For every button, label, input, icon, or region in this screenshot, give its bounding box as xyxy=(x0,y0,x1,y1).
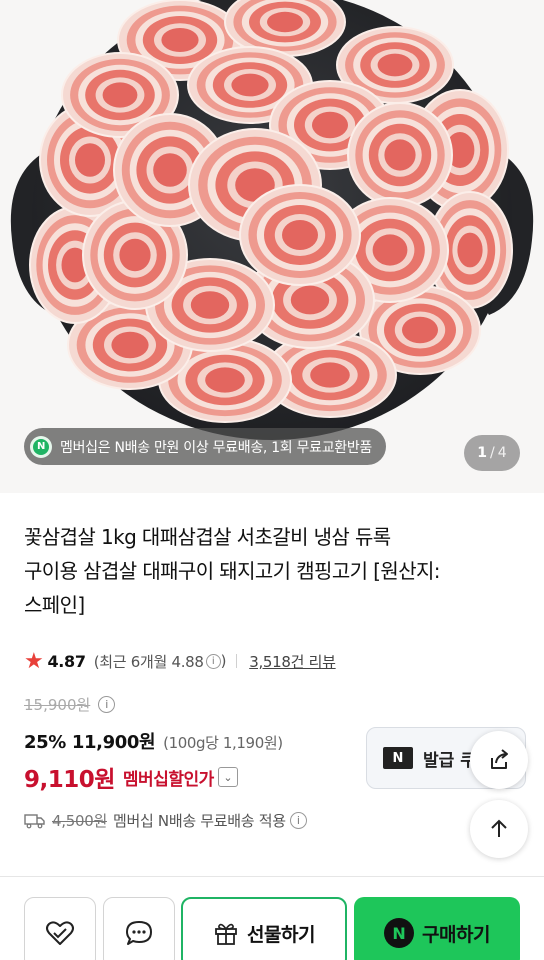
image-pager: 1 / 4 xyxy=(464,435,520,471)
original-price: 15,900원 xyxy=(24,696,91,714)
share-button[interactable] xyxy=(470,731,528,789)
discount-percent: 25% xyxy=(24,732,66,753)
member-price-label: 멤버십할인가 xyxy=(122,769,214,790)
recent-rating: (최근 6개월 4.88 xyxy=(93,652,204,671)
product-title-line: 스페인] xyxy=(24,593,85,617)
product-title-line: 꽃삼겹살 1kg 대패삼겹살 서초갈비 냉삼 듀록 xyxy=(24,525,391,549)
naver-pay-icon: N xyxy=(384,918,415,948)
wishlist-button[interactable] xyxy=(24,897,96,960)
pork-roll xyxy=(347,102,453,208)
unit-price: (100g당 1,190원) xyxy=(163,734,283,752)
rating-row: ★ 4.87 (최근 6개월 4.88 i ) 3,518건 리뷰 xyxy=(24,648,336,674)
naver-membership-icon: N xyxy=(30,435,52,458)
bottom-action-bar: 선물하기 N 구매하기 xyxy=(0,876,544,960)
heart-check-icon xyxy=(46,921,74,945)
member-price-row: 9,110원 멤버십할인가 ⌄ xyxy=(24,760,238,794)
talk-talk-button[interactable] xyxy=(103,897,175,960)
member-price: 9,110원 xyxy=(24,767,115,793)
share-icon xyxy=(491,749,508,769)
divider xyxy=(236,654,238,668)
pager-current: 1 xyxy=(477,445,488,461)
shipping-row: 4,500원 멤버십 N배송 무료배송 적용 i xyxy=(24,810,307,831)
chevron-down-icon[interactable]: ⌄ xyxy=(217,767,238,787)
sale-price-row: 25% 11,900원 (100g당 1,190원) xyxy=(24,728,283,754)
recent-rating-close: ) xyxy=(220,652,227,670)
arrow-up-icon xyxy=(491,819,507,837)
review-count-link[interactable]: 3,518건 리뷰 xyxy=(249,651,336,672)
pager-total: 4 xyxy=(497,445,507,461)
star-icon: ★ xyxy=(24,648,44,674)
pork-roll xyxy=(239,184,361,286)
scroll-top-button[interactable] xyxy=(470,800,528,858)
membership-banner[interactable]: N 멤버십은 N배송 만원 이상 무료배송, 1회 무료교환반품 xyxy=(24,428,387,465)
truck-icon xyxy=(24,813,45,828)
naver-logo-icon: N xyxy=(383,747,413,769)
product-image-gallery[interactable]: N 멤버십은 N배송 만원 이상 무료배송, 1회 무료교환반품 1 / 4 xyxy=(0,0,544,493)
coupon-label: 발급 쿠 xyxy=(423,750,476,771)
sale-price: 11,900원 xyxy=(71,732,156,753)
gift-icon xyxy=(215,923,237,945)
chat-bubble-icon xyxy=(126,921,152,945)
shipping-text: 멤버십 N배송 무료배송 적용 xyxy=(112,812,286,830)
shipping-fee: 4,500원 xyxy=(52,812,107,830)
pager-separator: / xyxy=(490,445,495,461)
info-icon[interactable]: i xyxy=(289,812,307,829)
membership-banner-text: 멤버십은 N배송 만원 이상 무료배송, 1회 무료교환반품 xyxy=(60,439,373,456)
info-icon[interactable]: i xyxy=(98,696,116,713)
original-price-row: 15,900원 i xyxy=(24,694,116,715)
info-icon[interactable]: i xyxy=(205,653,221,669)
rating-score: 4.87 xyxy=(47,651,86,671)
buy-button[interactable]: N 구매하기 xyxy=(354,897,520,960)
buy-button-label: 구매하기 xyxy=(422,923,490,946)
gift-button-label: 선물하기 xyxy=(247,923,315,946)
product-title-line: 구이용 삼겹살 대패구이 돼지고기 캠핑고기 [원산지: xyxy=(24,559,441,583)
product-photo xyxy=(10,0,534,440)
product-title: 꽃삼겹살 1kg 대패삼겹살 서초갈비 냉삼 듀록 구이용 삼겹살 대패구이 돼… xyxy=(24,520,524,622)
gift-button[interactable]: 선물하기 xyxy=(181,897,347,960)
